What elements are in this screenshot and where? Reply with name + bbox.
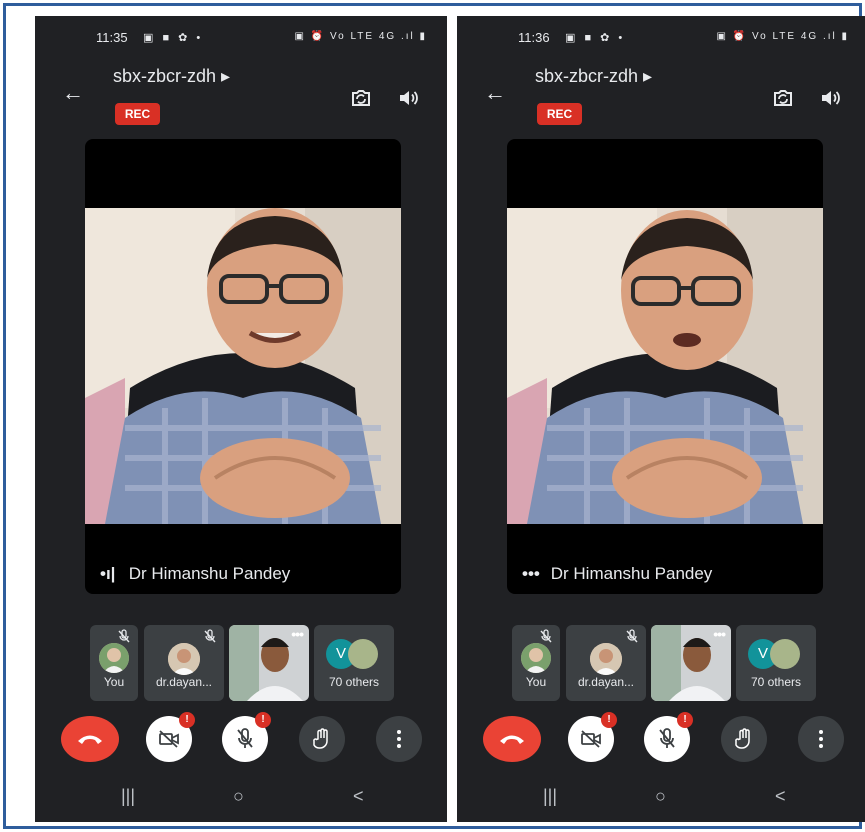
participant-label: You [525,675,547,689]
audio-indicator-icon: •ı| [100,564,116,583]
system-status-icons: ▣ ⏰ Vo LTE 4G .ıl ▮ [294,31,427,42]
screenshot-frame: 11:35 ▣ ■ ✿ • ▣ ⏰ Vo LTE 4G .ıl ▮ ← sbx-… [3,3,865,829]
mic-toggle-button[interactable]: ! [222,712,271,762]
back-arrow-icon[interactable]: ← [484,80,506,106]
status-time: 11:36 [518,30,550,45]
back-arrow-icon[interactable]: ← [62,80,84,106]
mic-off-icon [204,629,216,643]
call-controls: ! ! [457,712,865,762]
recents-icon[interactable]: ||| [543,786,557,807]
participant-label: dr.dayan... [155,675,213,689]
alert-badge: ! [677,712,693,728]
mic-off-icon [659,728,675,748]
call-controls: ! ! [35,712,447,762]
rec-badge: REC [115,103,160,125]
android-nav-bar: ||| ○ < [35,786,447,816]
participant-tile-camera[interactable]: ••• [229,625,309,701]
audio-indicator-icon: ••• [522,564,540,583]
speaker-video [507,208,823,524]
meeting-code[interactable]: sbx-zbcr-zdh ▸ [113,66,230,87]
speaker-name: Dr Himanshu Pandey [128,564,291,583]
more-options-icon[interactable]: ••• [713,626,726,642]
more-vert-icon [397,730,401,748]
alert-badge: ! [601,712,617,728]
end-call-button[interactable] [483,716,541,762]
hand-icon [735,728,750,749]
raise-hand-button[interactable] [299,716,345,762]
more-options-button[interactable] [376,716,422,762]
home-icon[interactable]: ○ [655,786,666,807]
nav-back-icon[interactable]: < [353,786,364,807]
avatar [590,643,622,675]
status-bar: 11:36 ▣ ■ ✿ • ▣ ⏰ Vo LTE 4G .ıl ▮ [457,28,865,48]
status-time: 11:35 [96,30,128,45]
alert-badge: ! [179,712,195,728]
mic-toggle-button[interactable]: ! [644,712,693,762]
more-vert-icon [819,730,823,748]
participant-tile-dr-dayan[interactable]: dr.dayan... [566,625,646,701]
home-icon[interactable]: ○ [233,786,244,807]
switch-camera-icon[interactable] [771,86,795,110]
avatar [168,643,200,675]
alert-badge: ! [255,712,271,728]
mic-off-icon [540,629,552,643]
end-call-button[interactable] [61,716,119,762]
mic-off-icon [237,728,253,748]
mic-off-icon [626,629,638,643]
more-options-icon[interactable]: ••• [291,626,304,642]
nav-back-icon[interactable]: < [775,786,786,807]
avatar-image [348,639,378,669]
participant-label: You [103,675,125,689]
camera-off-icon [159,730,179,748]
android-nav-bar: ||| ○ < [457,786,865,816]
participant-tile-you[interactable]: You [512,625,560,701]
mic-off-icon [118,629,130,643]
system-status-icons: ▣ ⏰ Vo LTE 4G .ıl ▮ [716,31,849,42]
speaker-icon[interactable] [396,86,420,110]
participant-tile-dr-dayan[interactable]: dr.dayan... [144,625,224,701]
avatar-image [770,639,800,669]
speaker-name: Dr Himanshu Pandey [550,564,713,583]
camera-toggle-button[interactable]: ! [146,712,195,762]
participant-label: 70 others [328,675,380,689]
recents-icon[interactable]: ||| [121,786,135,807]
speaker-icon[interactable] [818,86,842,110]
rec-badge: REC [537,103,582,125]
status-bar: 11:35 ▣ ■ ✿ • ▣ ⏰ Vo LTE 4G .ıl ▮ [35,28,447,48]
participant-tile-you[interactable]: You [90,625,138,701]
avatar [99,643,129,673]
avatar [521,643,551,673]
notification-icons: ▣ ■ ✿ • [143,32,204,44]
camera-toggle-button[interactable]: ! [568,712,617,762]
participant-label: dr.dayan... [577,675,635,689]
hand-icon [313,728,328,749]
main-video-tile[interactable]: •ı| Dr Himanshu Pandey [85,139,401,594]
speaker-name-bar: ••• Dr Himanshu Pandey [522,564,712,584]
phone-screen-right: 11:36 ▣ ■ ✿ • ▣ ⏰ Vo LTE 4G .ıl ▮ ← sbx-… [457,16,865,822]
more-options-button[interactable] [798,716,844,762]
raise-hand-button[interactable] [721,716,767,762]
speaker-video [85,208,401,524]
switch-camera-icon[interactable] [349,86,373,110]
meeting-code[interactable]: sbx-zbcr-zdh ▸ [535,66,652,87]
notification-icons: ▣ ■ ✿ • [565,32,626,44]
participant-tile-others[interactable]: V 70 others [314,625,394,701]
camera-off-icon [581,730,601,748]
participant-tile-others[interactable]: V 70 others [736,625,816,701]
main-video-tile[interactable]: ••• Dr Himanshu Pandey [507,139,823,594]
phone-screen-left: 11:35 ▣ ■ ✿ • ▣ ⏰ Vo LTE 4G .ıl ▮ ← sbx-… [35,16,447,822]
participant-tile-camera[interactable]: ••• [651,625,731,701]
speaker-name-bar: •ı| Dr Himanshu Pandey [100,564,290,584]
hang-up-icon [500,735,524,744]
hang-up-icon [78,735,102,744]
participant-label: 70 others [750,675,802,689]
